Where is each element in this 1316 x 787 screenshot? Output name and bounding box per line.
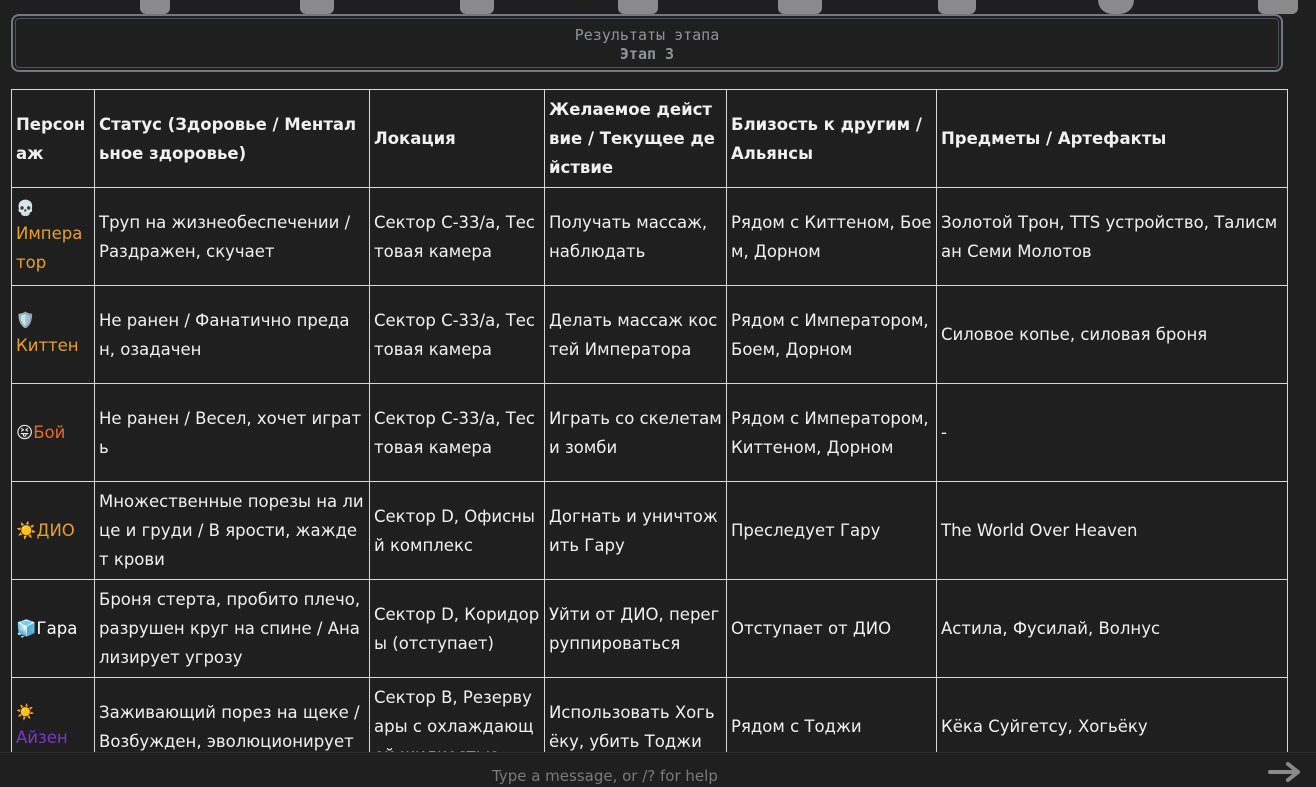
message-input[interactable] [490, 765, 1194, 787]
proximity-cell: Рядом с Тоджи [726, 677, 937, 752]
action-cell: Догнать и уничтожить Гару [544, 481, 727, 580]
character-cell: 🛡️ Киттен [11, 285, 95, 384]
items-cell: Кёка Суйгетсу, Хогьёку [936, 677, 1288, 752]
character-name: Гара [36, 619, 78, 638]
scrollbar[interactable] [1302, 0, 1316, 752]
table-row: ☀️ДИО Множественные порезы на лице и гру… [11, 481, 1288, 580]
table-row: 💀 Император Труп на жизнеобеспечении / Р… [11, 187, 1288, 286]
action-cell: Получать массаж, наблюдать [544, 187, 727, 286]
results-table: Персонаж Статус (Здоровье / Ментальное з… [11, 89, 1288, 752]
items-cell: Силовое копье, силовая броня [936, 285, 1288, 384]
header-location: Локация [369, 89, 545, 188]
character-name: Айзен [16, 728, 68, 747]
character-cell: ☀️ Айзен [11, 677, 95, 752]
sun-icon: ☀️ [16, 521, 37, 540]
tongue-face-icon: 😝 [16, 423, 34, 442]
status-cell: Броня стерта, пробито плечо, разрушен кр… [94, 579, 370, 678]
proximity-cell: Рядом с Киттеном, Боем, Дорном [726, 187, 937, 286]
character-name: Император [16, 223, 83, 272]
table-row: ☀️ Айзен Заживающий порез на щеке / Возб… [11, 677, 1288, 752]
items-cell: Золотой Трон, TTS устройство, Талисман С… [936, 187, 1288, 286]
ice-icon: 🧊 [16, 619, 37, 638]
action-cell: Уйти от ДИО, перегруппироваться [544, 579, 727, 678]
character-name: ДИО [36, 521, 75, 540]
character-cell: 😝Бой [11, 383, 95, 482]
table-row: 🛡️ Киттен Не ранен / Фанатично предан, о… [11, 285, 1288, 384]
header-status: Статус (Здоровье / Ментальное здоровье) [94, 89, 370, 188]
proximity-cell: Отступает от ДИО [726, 579, 937, 678]
location-cell: Сектор С-33/а, Тестовая камера [369, 285, 545, 384]
send-arrow-icon[interactable] [1268, 761, 1302, 783]
header-character: Персонаж [11, 89, 95, 188]
location-cell: Сектор D, Коридоры (отступает) [369, 579, 545, 678]
proximity-cell: Рядом с Императором, Киттеном, Дорном [726, 383, 937, 482]
proximity-cell: Преследует Гару [726, 481, 937, 580]
chat-scroll-area[interactable]: Результаты этапа Этап 3 Персонаж Статус … [0, 0, 1300, 752]
items-cell: The World Over Heaven [936, 481, 1288, 580]
character-cell: 💀 Император [11, 187, 95, 286]
header-proximity: Близость к другим / Альянсы [726, 89, 937, 188]
table-row: 🧊Гара Броня стерта, пробито плечо, разру… [11, 579, 1288, 678]
stage-subtitle: Этап 3 [619, 45, 675, 63]
action-cell: Играть со скелетами зомби [544, 383, 727, 482]
character-name: Бой [33, 423, 66, 442]
action-cell: Делать массаж костей Императора [544, 285, 727, 384]
status-cell: Не ранен / Весел, хочет играть [94, 383, 370, 482]
location-cell: Сектор С-33/а, Тестовая камера [369, 383, 545, 482]
table-row: 😝Бой Не ранен / Весел, хочет играть Сект… [11, 383, 1288, 482]
items-cell: Астила, Фусилай, Волнус [936, 579, 1288, 678]
sun-icon: ☀️ [16, 703, 35, 721]
status-cell: Множественные порезы на лице и груди / В… [94, 481, 370, 580]
status-cell: Труп на жизнеобеспечении / Раздражен, ск… [94, 187, 370, 286]
header-action: Желаемое действие / Текущее действие [544, 89, 727, 188]
character-cell: 🧊Гара [11, 579, 95, 678]
location-cell: Сектор B, Резервуары с охлаждающей жидко… [369, 677, 545, 752]
shield-icon: 🛡️ [16, 311, 35, 329]
stage-results-box: Результаты этапа Этап 3 [11, 14, 1283, 72]
action-cell: Использовать Хогьёку, убить Тоджи [544, 677, 727, 752]
skull-icon: 💀 [16, 198, 35, 217]
stage-title: Результаты этапа [574, 26, 720, 44]
header-items: Предметы / Артефакты [936, 89, 1288, 188]
character-cell: ☀️ДИО [11, 481, 95, 580]
message-input-bar [0, 752, 1316, 787]
location-cell: Сектор С-33/а, Тестовая камера [369, 187, 545, 286]
character-name: Киттен [16, 336, 79, 355]
proximity-cell: Рядом с Императором, Боем, Дорном [726, 285, 937, 384]
items-cell: - [936, 383, 1288, 482]
table-header-row: Персонаж Статус (Здоровье / Ментальное з… [11, 89, 1288, 188]
status-cell: Не ранен / Фанатично предан, озадачен [94, 285, 370, 384]
location-cell: Сектор D, Офисный комплекс [369, 481, 545, 580]
status-cell: Заживающий порез на щеке / Возбужден, эв… [94, 677, 370, 752]
